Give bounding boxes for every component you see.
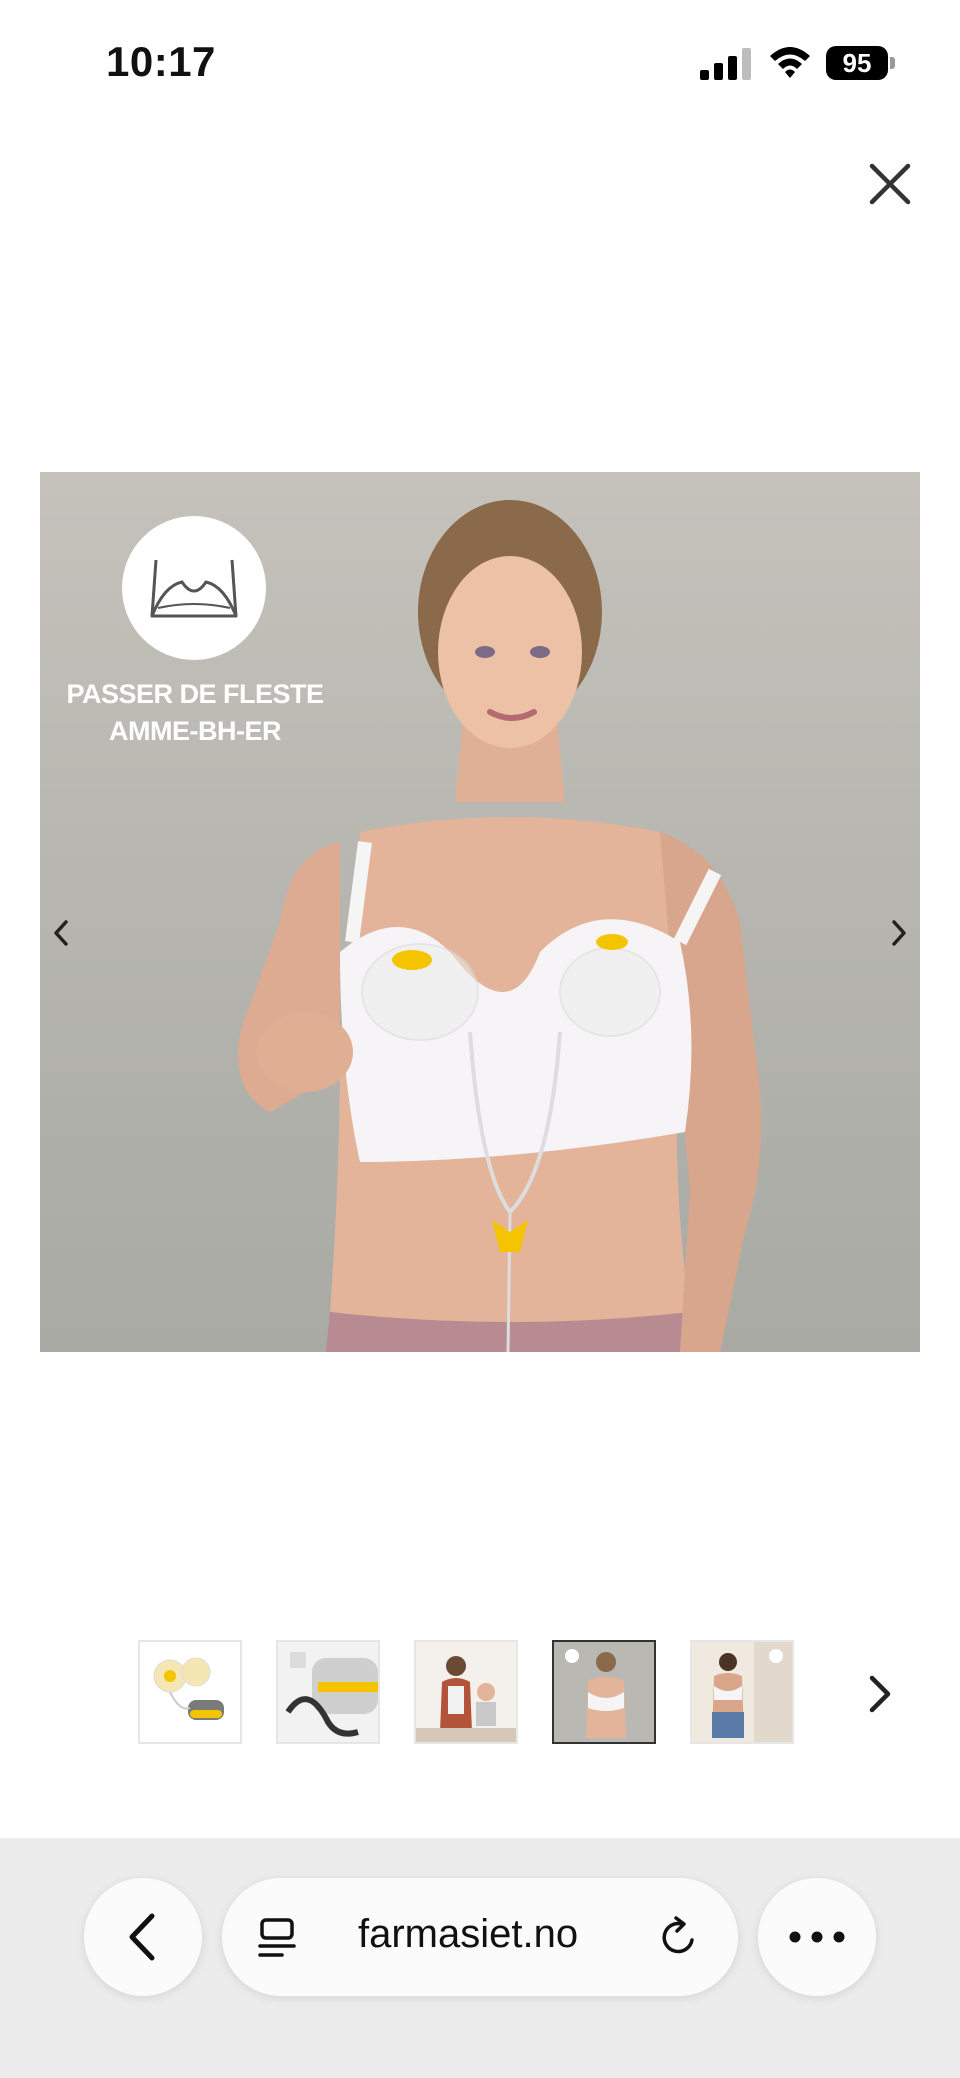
thumbnail-bra-fit[interactable] (552, 1640, 656, 1744)
cellular-signal-icon (700, 48, 751, 80)
badge-text: PASSER DE FLESTE AMME-BH-ER (60, 676, 330, 750)
badge-text-line2: AMME-BH-ER (109, 716, 281, 746)
thumbnail-mother-with-baby[interactable] (414, 1640, 518, 1744)
status-bar: 10:17 95 (0, 0, 960, 130)
thumbnail-image (554, 1642, 654, 1742)
thumbnail-image (416, 1642, 516, 1742)
badge-circle (122, 516, 266, 660)
more-icon (789, 1931, 845, 1943)
thumbnail-pump-product[interactable] (138, 1640, 242, 1744)
thumbnail-image (140, 1642, 240, 1742)
bra-icon (150, 559, 238, 618)
chevron-right-icon[interactable] (880, 908, 920, 958)
thumbnail-pump-unit-closeup[interactable] (276, 1640, 380, 1744)
battery-level: 95 (826, 46, 888, 80)
chevron-left-icon (129, 1913, 155, 1961)
thumbnail-woman-kitchen[interactable] (690, 1640, 794, 1744)
reload-icon[interactable] (656, 1914, 702, 1960)
reader-icon (258, 1918, 296, 1957)
thumbnail-image (278, 1642, 378, 1742)
wifi-icon (770, 47, 810, 78)
chevron-right-icon[interactable] (860, 1666, 900, 1722)
battery-tip (890, 57, 895, 69)
address-bar[interactable]: farmasiet.no (222, 1878, 738, 1996)
browser-toolbar: farmasiet.no (0, 1838, 960, 2078)
badge-text-line1: PASSER DE FLESTE (66, 679, 324, 709)
battery-indicator: 95 (826, 46, 896, 80)
url-text: farmasiet.no (358, 1912, 579, 1956)
thumbnail-strip (0, 1630, 960, 1760)
product-image[interactable]: PASSER DE FLESTE AMME-BH-ER (40, 472, 920, 1352)
status-time: 10:17 (106, 38, 216, 85)
close-icon[interactable] (862, 156, 918, 212)
thumbnail-image (692, 1642, 792, 1742)
browser-more-button[interactable] (758, 1878, 876, 1996)
browser-back-button[interactable] (84, 1878, 202, 1996)
chevron-left-icon[interactable] (40, 908, 80, 958)
